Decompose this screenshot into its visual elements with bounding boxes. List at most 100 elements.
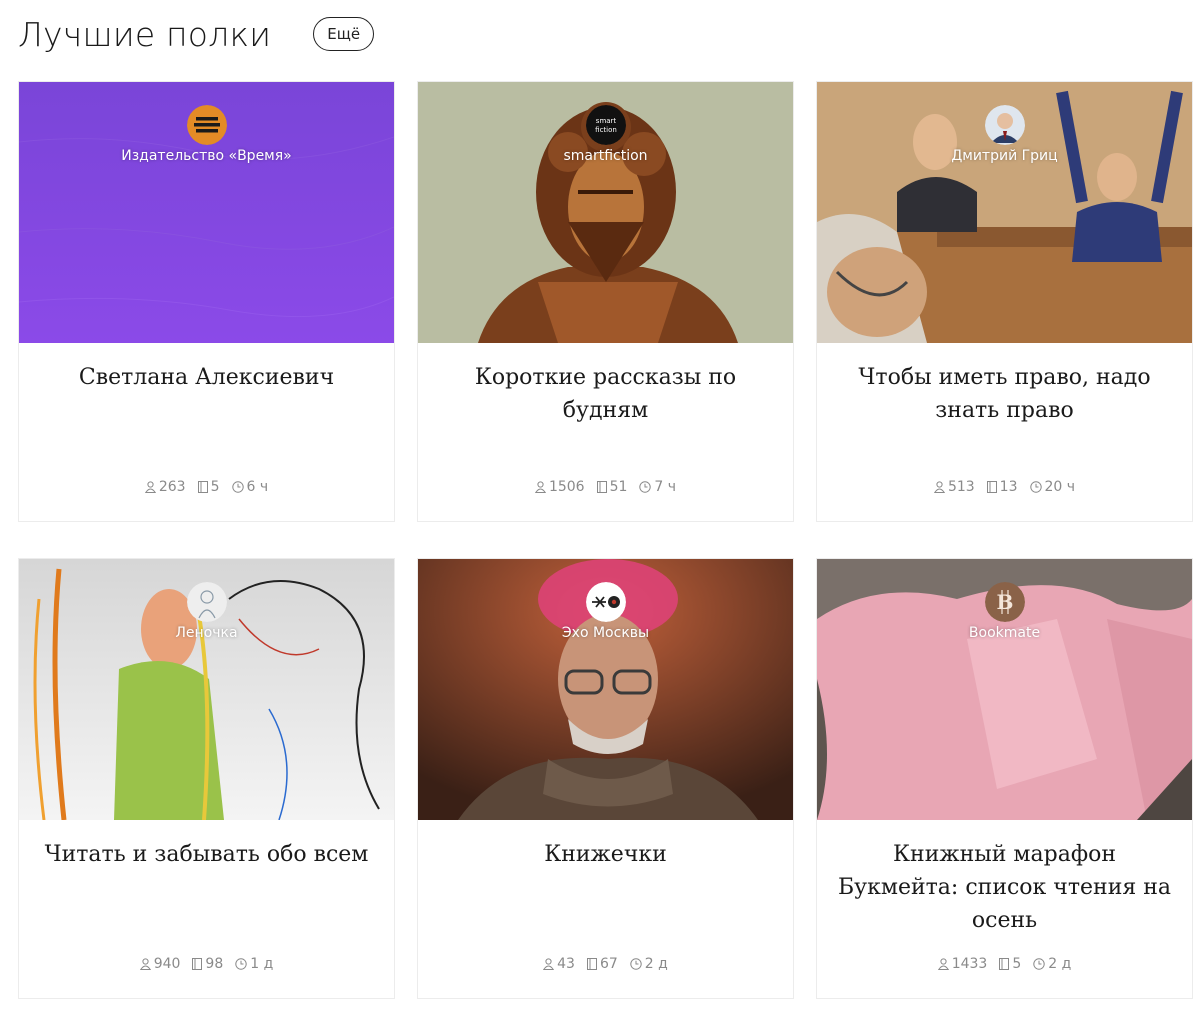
book-icon: [197, 481, 208, 493]
owner-avatar[interactable]: smart fiction: [585, 105, 626, 145]
books-stat: 13: [986, 479, 1018, 495]
shelf-title[interactable]: Читать и забывать обо всем: [39, 838, 374, 871]
books-stat: 5: [197, 479, 220, 495]
updated-stat: 1 д: [235, 956, 273, 972]
updated-time: 1 д: [250, 956, 274, 972]
updated-stat: 7 ч: [639, 479, 676, 495]
svg-text:smart: smart: [595, 117, 616, 125]
owner-name[interactable]: Издательство «Время»: [19, 148, 394, 164]
shelf-owner: Эхо Москвы: [418, 582, 793, 641]
shelf-owner: B Bookmate: [817, 582, 1192, 641]
book-icon: [586, 958, 597, 970]
shelf-cover: Эхо Москвы: [418, 559, 793, 820]
shelf-card[interactable]: Леночка Читать и забывать обо всем 940 9…: [18, 558, 395, 999]
shelf-stats: 1506 51 7 ч: [418, 479, 793, 495]
readers-stat: 43: [543, 956, 575, 972]
shelf-card[interactable]: Дмитрий Гриц Чтобы иметь право, надо зна…: [816, 81, 1193, 522]
readers-count: 263: [158, 479, 186, 495]
readers-count: 940: [153, 956, 181, 972]
owner-name[interactable]: smartfiction: [418, 148, 793, 164]
shelf-owner: smart fiction smartfiction: [418, 105, 793, 164]
shelf-card[interactable]: B Bookmate Книжный марафон Букмейта: спи…: [816, 558, 1193, 999]
shelf-title[interactable]: Светлана Алексиевич: [39, 361, 374, 394]
readers-count: 1506: [548, 479, 585, 495]
shelf-owner: Издательство «Время»: [19, 105, 394, 164]
shelf-cover: Издательство «Время»: [19, 82, 394, 343]
books-stat: 5: [999, 956, 1021, 972]
updated-stat: 6 ч: [231, 479, 269, 495]
shelf-card[interactable]: Эхо Москвы Книжечки 43 67 2 д: [417, 558, 794, 999]
clock-icon: [235, 958, 247, 970]
clock-icon: [1033, 958, 1045, 970]
shelf-stats: 940 98 1 д: [19, 956, 394, 972]
shelf-stats: 1433 5 2 д: [817, 956, 1192, 972]
shelf-title[interactable]: Книжечки: [438, 838, 773, 871]
owner-avatar[interactable]: B: [984, 582, 1025, 622]
person-icon: [937, 958, 949, 970]
section-header: Лучшие полки Ещё: [18, 12, 375, 56]
shelf-owner: Дмитрий Гриц: [817, 105, 1192, 164]
book-icon: [986, 481, 997, 493]
clock-icon: [630, 958, 642, 970]
more-button[interactable]: Ещё: [313, 17, 375, 51]
book-icon: [596, 481, 607, 493]
owner-name[interactable]: Эхо Москвы: [418, 625, 793, 641]
books-count: 5: [210, 479, 220, 495]
books-stat: 67: [586, 956, 618, 972]
readers-count: 43: [557, 956, 575, 972]
person-icon: [933, 481, 945, 493]
shelf-cover: smart fiction smartfiction: [418, 82, 793, 343]
owner-avatar[interactable]: [585, 582, 626, 622]
book-icon: [999, 958, 1010, 970]
readers-stat: 1506: [534, 479, 585, 495]
shelf-cover: B Bookmate: [817, 559, 1192, 820]
owner-name[interactable]: Леночка: [19, 625, 394, 641]
readers-stat: 1433: [937, 956, 988, 972]
owner-avatar[interactable]: [186, 105, 227, 145]
shelf-stats: 513 13 20 ч: [817, 479, 1192, 495]
person-icon: [543, 958, 555, 970]
shelf-title[interactable]: Книжный марафон Букмейта: список чтения …: [837, 838, 1172, 937]
updated-time: 20 ч: [1044, 479, 1076, 495]
updated-stat: 2 д: [630, 956, 668, 972]
books-count: 67: [599, 956, 618, 972]
clock-icon: [231, 481, 244, 493]
person-icon: [139, 958, 151, 970]
updated-time: 6 ч: [246, 479, 269, 495]
owner-name[interactable]: Bookmate: [817, 625, 1192, 641]
readers-count: 513: [947, 479, 975, 495]
clock-icon: [1029, 481, 1042, 493]
person-icon: [144, 481, 156, 493]
page-title: Лучшие полки: [18, 14, 272, 54]
readers-count: 1433: [951, 956, 988, 972]
updated-stat: 20 ч: [1029, 479, 1076, 495]
clock-icon: [639, 481, 652, 493]
books-count: 13: [999, 479, 1018, 495]
shelf-card[interactable]: Издательство «Время» Светлана Алексиевич…: [18, 81, 395, 522]
owner-avatar[interactable]: [984, 105, 1025, 145]
shelf-title[interactable]: Короткие рассказы по будням: [438, 361, 773, 427]
books-stat: 51: [596, 479, 627, 495]
shelf-cover: Леночка: [19, 559, 394, 820]
readers-stat: 263: [144, 479, 186, 495]
owner-name[interactable]: Дмитрий Гриц: [817, 148, 1192, 164]
shelf-title[interactable]: Чтобы иметь право, надо знать право: [837, 361, 1172, 427]
svg-text:fiction: fiction: [595, 126, 617, 134]
shelf-card[interactable]: smart fiction smartfiction Короткие расс…: [417, 81, 794, 522]
shelves-grid: Издательство «Время» Светлана Алексиевич…: [18, 81, 1193, 999]
books-stat: 98: [192, 956, 223, 972]
shelf-owner: Леночка: [19, 582, 394, 641]
readers-stat: 513: [933, 479, 975, 495]
owner-avatar[interactable]: [186, 582, 227, 622]
books-count: 5: [1012, 956, 1022, 972]
updated-stat: 2 д: [1033, 956, 1071, 972]
books-count: 98: [205, 956, 224, 972]
updated-time: 2 д: [1048, 956, 1072, 972]
book-icon: [192, 958, 203, 970]
person-icon: [534, 481, 546, 493]
shelf-stats: 43 67 2 д: [418, 956, 793, 972]
updated-time: 2 д: [644, 956, 668, 972]
shelf-cover: Дмитрий Гриц: [817, 82, 1192, 343]
updated-time: 7 ч: [654, 479, 677, 495]
readers-stat: 940: [139, 956, 181, 972]
